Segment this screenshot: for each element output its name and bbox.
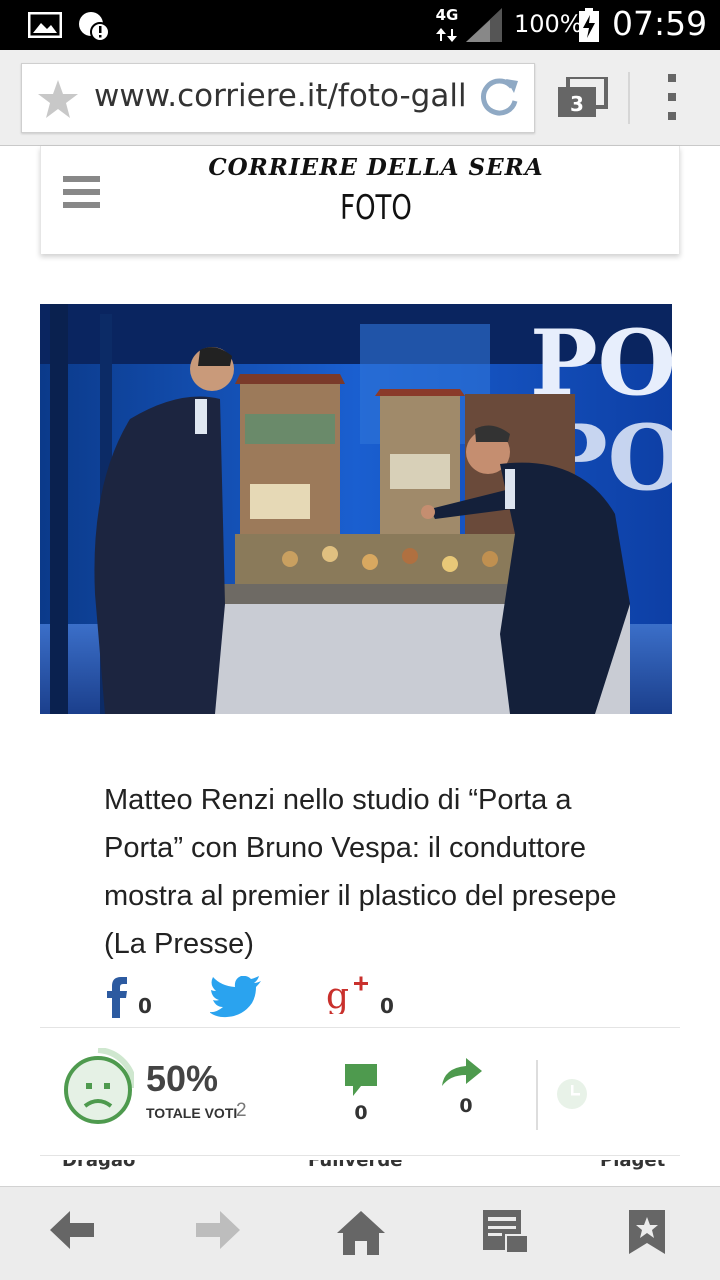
bookmark-star-icon[interactable] xyxy=(36,78,80,120)
ad-text-3: Piaget xyxy=(600,1160,666,1171)
totale-voti-count: 2 xyxy=(236,1100,247,1121)
gallery-photo[interactable]: PO PO xyxy=(40,304,672,714)
comment-count: 0 xyxy=(354,1102,368,1124)
ad-text-1: Dragao xyxy=(62,1160,136,1171)
signal-arrows-icon xyxy=(436,28,457,42)
overflow-menu-icon[interactable] xyxy=(668,74,678,131)
signal-strength-icon xyxy=(466,8,502,42)
clock-icon[interactable] xyxy=(556,1078,588,1110)
photo-caption: Matteo Renzi nello studio di “Porta a Po… xyxy=(104,784,617,960)
brand-logo[interactable]: CORRIERE DELLA SERA xyxy=(41,154,711,181)
browser-bottom-nav xyxy=(0,1186,720,1280)
ad-text-2: Fullverde xyxy=(308,1160,403,1171)
home-icon[interactable] xyxy=(336,1209,386,1257)
url-text[interactable]: www.corriere.it/foto-gall xyxy=(94,78,474,114)
facebook-count: 0 xyxy=(138,994,152,1018)
vote-percent: 50% xyxy=(146,1058,219,1099)
share-row: 0 g 0 xyxy=(40,970,680,1028)
url-bar[interactable]: www.corriere.it/foto-gall xyxy=(21,63,535,133)
status-clock: 07:59 xyxy=(612,4,708,43)
comment-icon[interactable] xyxy=(345,1064,377,1096)
back-arrow-icon[interactable] xyxy=(50,1209,96,1251)
vote-divider xyxy=(536,1060,538,1130)
battery-percent: 100% xyxy=(514,10,583,38)
share-count: 0 xyxy=(459,1095,473,1117)
share-arrow-icon[interactable] xyxy=(440,1056,484,1088)
reload-icon[interactable] xyxy=(476,75,522,121)
site-header: CORRIERE DELLA SERA FOTO xyxy=(40,146,680,254)
ad-strip[interactable]: Dragao Fullverde Piaget xyxy=(40,1160,680,1186)
svg-text:g: g xyxy=(326,976,349,1014)
status-bar: 4G 100% 07:59 xyxy=(0,0,720,50)
reading-list-icon[interactable] xyxy=(482,1209,530,1255)
googleplus-icon[interactable]: g xyxy=(326,974,370,1014)
gallery-notification-icon xyxy=(28,12,62,38)
section-title: FOTO xyxy=(340,188,412,228)
toolbar-divider xyxy=(628,72,630,124)
alert-notification-icon xyxy=(79,12,110,42)
googleplus-count: 0 xyxy=(380,994,394,1018)
facebook-icon[interactable] xyxy=(106,976,128,1018)
forward-arrow-icon[interactable] xyxy=(194,1209,240,1251)
battery-charging-icon xyxy=(579,8,599,42)
sad-face-icon[interactable] xyxy=(62,1048,134,1130)
vote-row: 50% TOTALE VOTI 2 0 0 xyxy=(40,1028,680,1156)
totale-voti-label: TOTALE VOTI xyxy=(146,1105,238,1121)
tab-count: 3 xyxy=(570,92,584,116)
twitter-icon[interactable] xyxy=(210,976,262,1018)
bookmarks-icon[interactable] xyxy=(628,1209,666,1255)
network-type: 4G xyxy=(435,6,459,24)
browser-toolbar: www.corriere.it/foto-gall 3 xyxy=(0,50,720,146)
